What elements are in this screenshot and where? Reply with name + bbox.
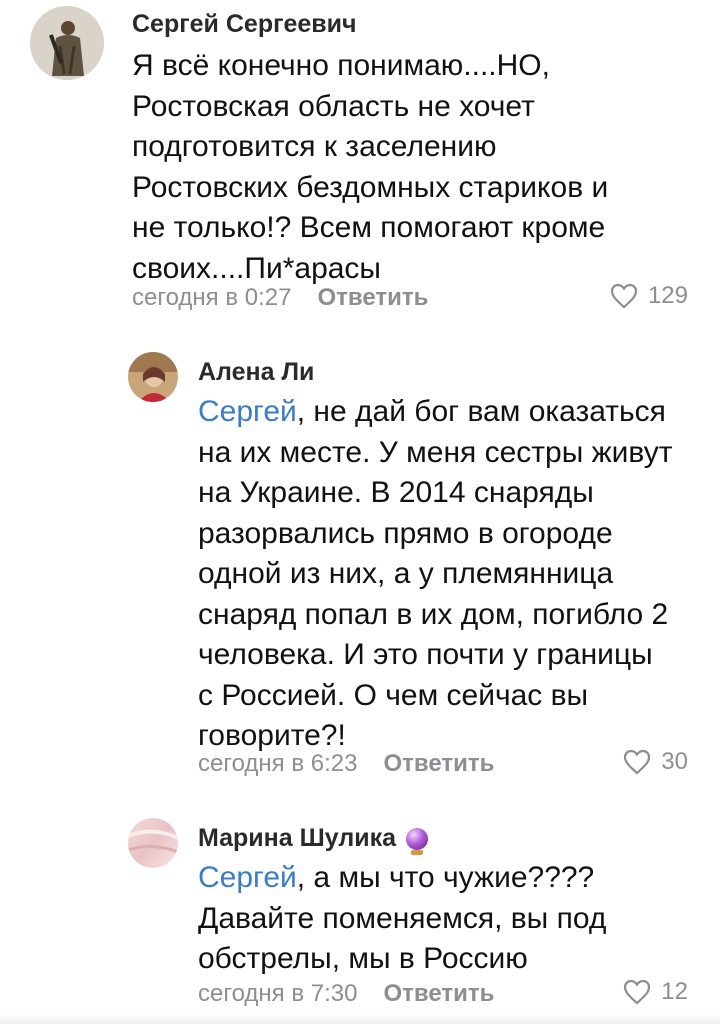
like-button[interactable]: 129 xyxy=(610,282,688,310)
heart-icon xyxy=(624,979,651,1005)
comment-time: сегодня в 0:27 xyxy=(132,284,292,311)
like-button[interactable]: 12 xyxy=(623,978,688,1006)
author-name[interactable]: Алена Ли xyxy=(198,358,314,387)
text-line: Сергей, не дай бог вам оказаться xyxy=(198,392,672,433)
comment-text: Я всё конечно понимаю....НО, Ростовская … xyxy=(132,46,608,289)
comment-time: сегодня в 6:23 xyxy=(198,750,358,777)
author-name[interactable]: Марина Шулика xyxy=(198,824,396,853)
avatar-photo-woman xyxy=(128,352,178,402)
text-line: подготовится к заселению xyxy=(132,130,497,163)
text-line: не только!? Всем помогают кроме xyxy=(132,211,606,244)
text-line: Сергей, а мы что чужие???? xyxy=(198,858,606,899)
reply-button[interactable]: Ответить xyxy=(383,980,494,1008)
text-line: Ростовская область не хочет xyxy=(132,89,535,123)
like-button[interactable]: 30 xyxy=(623,748,688,776)
text-line: Я всё конечно понимаю....НО, xyxy=(132,49,550,82)
avatar-photo-soldier xyxy=(30,6,104,80)
text-line: на их месте. У меня сестры живут xyxy=(198,435,673,469)
avatar[interactable] xyxy=(128,818,178,868)
text-line: с Россией. О чем сейчас вы xyxy=(198,678,589,712)
text-line: своих....Пи*арасы xyxy=(132,251,381,285)
like-count: 12 xyxy=(661,978,688,1005)
text-line: разорвались прямо в огороде xyxy=(198,516,613,550)
text-fragment: , а мы что чужие???? xyxy=(296,861,595,894)
comment-author[interactable]: Сергей Сергеевич xyxy=(132,10,357,39)
comment-time: сегодня в 7:30 xyxy=(198,980,358,1007)
text-line: обстрелы, мы в Россию xyxy=(198,942,528,975)
mention-link[interactable]: Сергей xyxy=(198,861,297,894)
comment-text: Сергей, не дай бог вам оказаться на их м… xyxy=(198,392,672,757)
avatar[interactable] xyxy=(128,352,178,402)
crystal-ball-icon xyxy=(406,827,428,855)
mention-link[interactable]: Сергей xyxy=(198,395,297,428)
text-line: человека. И это почти у границы xyxy=(198,638,653,671)
avatar[interactable] xyxy=(30,6,104,80)
reply-button[interactable]: Ответить xyxy=(317,284,428,312)
text-line: одной из них, а у племянница xyxy=(198,557,614,590)
comment-meta: сегодня в 7:30 Ответить xyxy=(198,980,494,1008)
comment-text: Сергей, а мы что чужие???? Давайте помен… xyxy=(198,858,606,980)
comment-meta: сегодня в 6:23 Ответить xyxy=(198,750,494,778)
heart-icon xyxy=(610,283,638,309)
comment-meta: сегодня в 0:27 Ответить xyxy=(132,284,428,312)
author-name[interactable]: Сергей Сергеевич xyxy=(132,10,357,39)
comment-author[interactable]: Алена Ли xyxy=(198,358,314,387)
text-line: на Украине. В 2014 снаряды xyxy=(198,476,594,509)
avatar-photo-pink xyxy=(128,818,178,868)
text-fragment: , не дай бог вам оказаться xyxy=(296,395,666,428)
bottom-divider xyxy=(0,1014,720,1024)
text-line: Давайте поменяемся, вы под xyxy=(198,901,607,935)
heart-icon xyxy=(624,749,651,775)
text-line: Ростовских бездомных стариков и xyxy=(132,170,609,204)
comment-author[interactable]: Марина Шулика xyxy=(198,824,428,855)
like-count: 129 xyxy=(647,282,688,309)
text-line: снаряд попал в их дом, погибло 2 xyxy=(198,597,669,631)
reply-button[interactable]: Ответить xyxy=(383,750,494,778)
like-count: 30 xyxy=(661,748,688,775)
